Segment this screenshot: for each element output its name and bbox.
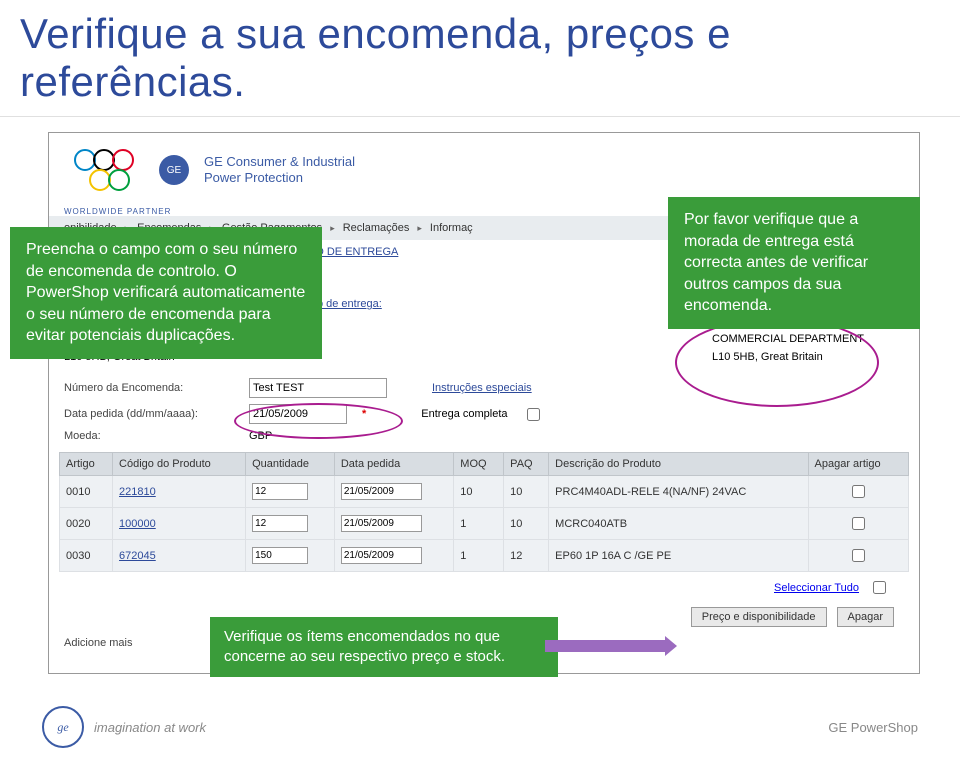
ge-logo-icon: GE xyxy=(159,155,189,185)
cell-moq: 1 xyxy=(454,540,504,572)
col-artigo: Artigo xyxy=(60,453,113,476)
delete-row-checkbox[interactable] xyxy=(852,549,865,562)
delete-row-checkbox[interactable] xyxy=(852,485,865,498)
row-date-input[interactable] xyxy=(341,547,422,564)
delivery-complete-label: Entrega completa xyxy=(421,408,507,420)
select-all-link[interactable]: Seleccionar Tudo xyxy=(774,582,859,594)
cell-desc: MCRC040ATB xyxy=(549,508,808,540)
row-date-input[interactable] xyxy=(341,515,422,532)
breadcrumb-item[interactable]: Informaç xyxy=(430,222,473,234)
cell-moq: 10 xyxy=(454,476,504,508)
qty-input[interactable] xyxy=(252,515,308,532)
cell-desc: PRC4M40ADL-RELE 4(NA/NF) 24VAC xyxy=(549,476,808,508)
header-logos: GE GE Consumer & Industrial Power Protec… xyxy=(49,133,919,207)
select-all-checkbox[interactable] xyxy=(873,581,886,594)
cell-paq: 12 xyxy=(504,540,549,572)
table-row: 0020 100000 110MCRC040ATB xyxy=(60,508,909,540)
callout-order-reference: Preencha o campo com o seu número de enc… xyxy=(10,227,322,359)
olympic-rings-logo xyxy=(64,150,144,190)
order-table-area: Artigo Código do Produto Quantidade Data… xyxy=(49,452,919,572)
order-ref-input[interactable] xyxy=(249,378,387,398)
product-code-link[interactable]: 221810 xyxy=(119,486,156,498)
callout-price-stock: Verifique os ítems encomendados no que c… xyxy=(210,617,558,678)
cell-desc: EP60 1P 16A C /GE PE xyxy=(549,540,808,572)
qty-input[interactable] xyxy=(252,483,308,500)
cell-artigo: 0020 xyxy=(60,508,113,540)
product-code-link[interactable]: 100000 xyxy=(119,518,156,530)
brand-text: GE Consumer & Industrial Power Protectio… xyxy=(204,154,355,185)
footer: ge imagination at work GE PowerShop xyxy=(0,697,960,760)
page-title: Verifique a sua encomenda, preços e refe… xyxy=(0,0,960,117)
callout-delivery-address: Por favor verifique que a morada de entr… xyxy=(668,197,920,329)
cell-paq: 10 xyxy=(504,476,549,508)
special-instructions-link[interactable]: Instruções especiais xyxy=(432,382,532,394)
row-date-input[interactable] xyxy=(341,483,422,500)
footer-right-text: GE PowerShop xyxy=(828,720,918,735)
col-codigo: Código do Produto xyxy=(113,453,246,476)
delete-row-checkbox[interactable] xyxy=(852,517,865,530)
cell-artigo: 0030 xyxy=(60,540,113,572)
col-apagar: Apagar artigo xyxy=(808,453,908,476)
highlight-ellipse xyxy=(234,403,403,439)
highlight-ellipse xyxy=(675,318,879,407)
col-desc: Descrição do Produto xyxy=(549,453,808,476)
table-row: 00102218101010PRC4M40ADL-RELE 4(NA/NF) 2… xyxy=(60,476,909,508)
tagline-text: imagination at work xyxy=(94,720,206,735)
requested-date-label: Data pedida (dd/mm/aaaa): xyxy=(64,408,234,420)
cell-moq: 1 xyxy=(454,508,504,540)
col-moq: MOQ xyxy=(454,453,504,476)
chevron-right-icon: ▸ xyxy=(417,223,422,234)
col-paq: PAQ xyxy=(504,453,549,476)
qty-input[interactable] xyxy=(252,547,308,564)
main-area: GE GE Consumer & Industrial Power Protec… xyxy=(0,117,960,697)
purple-arrow-icon xyxy=(545,640,665,652)
breadcrumb-item[interactable]: Reclamações xyxy=(343,222,410,234)
product-code-link[interactable]: 672045 xyxy=(119,550,156,562)
delete-button[interactable]: Apagar xyxy=(837,607,894,627)
price-availability-button[interactable]: Preço e disponibilidade xyxy=(691,607,827,627)
order-table: Artigo Código do Produto Quantidade Data… xyxy=(59,452,909,572)
table-row: 0030 672045 112EP60 1P 16A C /GE PE xyxy=(60,540,909,572)
col-data: Data pedida xyxy=(334,453,453,476)
delivery-complete-checkbox[interactable] xyxy=(527,408,540,421)
chevron-right-icon: ▸ xyxy=(330,223,335,234)
ge-logo-footer-icon: ge xyxy=(42,706,84,748)
order-ref-label: Número da Encomenda: xyxy=(64,382,234,394)
cell-artigo: 0010 xyxy=(60,476,113,508)
currency-label: Moeda: xyxy=(64,430,234,442)
cell-paq: 10 xyxy=(504,508,549,540)
col-qtd: Quantidade xyxy=(246,453,335,476)
